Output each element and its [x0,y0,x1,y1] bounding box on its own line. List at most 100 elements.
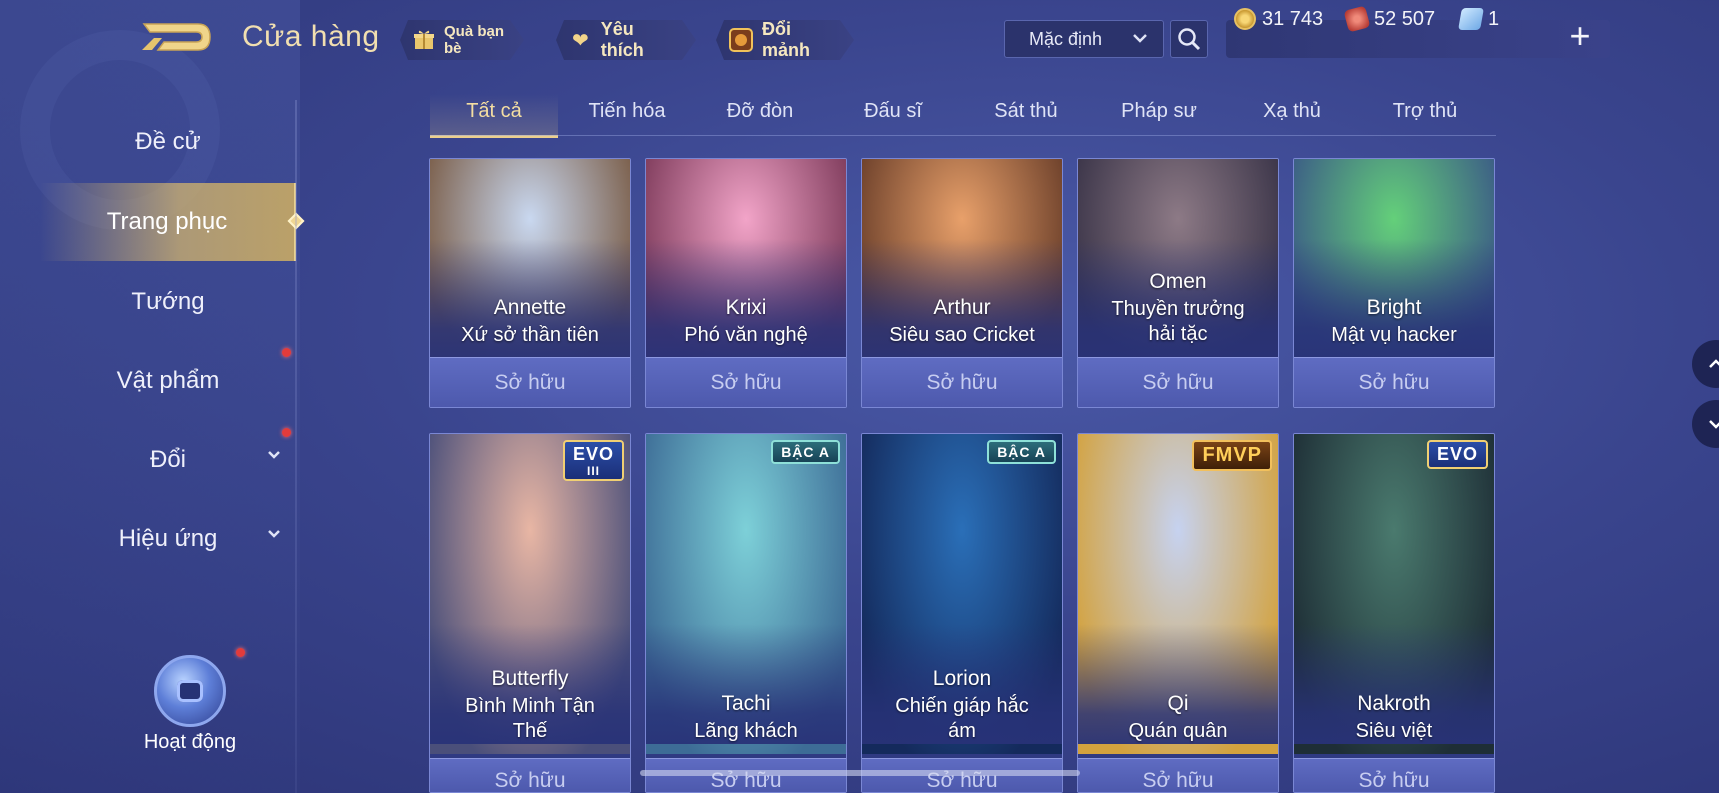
skin-card[interactable]: Bright Mật vụ hacker Sở hữu [1293,158,1495,408]
sidebar-item-label: Đề cử [135,128,201,155]
skin-card[interactable]: Omen Thuyền trưởng hải tặc Sở hữu [1077,158,1279,408]
badge-tier-label: III [586,464,600,478]
owned-status: Sở hữu [1294,357,1494,407]
skin-card[interactable]: EVO III Butterfly Bình Minh Tận Thế Sở hữ… [429,433,631,793]
activity-label: Hoạt động [143,731,237,753]
favorites-label: Yêu thích [600,19,644,60]
tab-fighter[interactable]: Đấu sĩ [829,94,957,138]
category-tabs: Tất cả Tiến hóa Đỡ đòn Đấu sĩ Sát thủ Ph… [430,94,1496,138]
skin-card[interactable]: BẬC A Lorion Chiến giáp hắc ám Sở hữu [861,433,1063,793]
tab-tank[interactable]: Đỡ đòn [696,94,824,138]
tab-marksman[interactable]: Xạ thủ [1228,94,1356,138]
tab-assassin[interactable]: Sát thủ [962,94,1090,138]
favorites-button[interactable]: ❤ Yêu thích [556,20,696,60]
skin-name: Chiến giáp hắc ám [895,695,1029,742]
skin-card[interactable]: Krixi Phó văn nghệ Sở hữu [645,158,847,408]
chevron-down-icon [266,447,282,468]
hero-name: Omen [1149,270,1207,293]
fragment-exchange-label: Đổi mảnh [762,19,811,60]
notification-dot [236,648,245,657]
fmvp-badge: FMVP [1192,440,1272,471]
friend-gift-label: Quà bạn bè [444,23,505,57]
scroll-up-button[interactable] [1692,340,1719,388]
owned-status: Sở hữu [1294,758,1494,792]
sidebar-item-effects[interactable]: Hiệu ứng [40,500,296,578]
notification-dot [282,428,291,437]
owned-status: Sở hữu [862,357,1062,407]
tab-mage[interactable]: Pháp sư [1095,94,1223,138]
voucher-icon [1343,5,1371,33]
scroll-down-button[interactable] [1692,400,1719,448]
evo-badge: EVO [1426,440,1488,469]
hero-name: Qi [1167,692,1189,715]
tab-support[interactable]: Trợ thủ [1361,94,1489,138]
sidebar-item-exchange[interactable]: Đổi [40,421,296,499]
skin-name: Lãng khách [694,720,798,742]
sidebar-item-items[interactable]: Vật phẩm [40,342,296,420]
skin-card[interactable]: BẬC A Tachi Lãng khách Sở hữu [645,433,847,793]
sort-dropdown[interactable]: Mặc định [1004,20,1164,58]
hero-name: Nakroth [1357,692,1431,715]
gold-amount: 31 743 [1262,7,1324,30]
skin-name: Siêu sao Cricket [889,324,1035,346]
ticket-currency: 1 [1458,0,1499,38]
top-bar: Cửa hàng Quà bạn bè ❤ Yêu thích Đổi mảnh… [0,0,1719,78]
owned-status: Sở hữu [430,357,630,407]
owned-status: Sở hữu [646,357,846,407]
plus-icon: + [1569,15,1591,56]
skin-name: Bình Minh Tận Thế [465,695,595,742]
hero-name: Krixi [725,296,767,319]
tab-label: Sát thủ [994,100,1058,122]
notification-dot [282,348,291,357]
tab-all[interactable]: Tất cả [430,94,558,138]
activity-emblem-icon [154,655,226,727]
gold-coin-icon [1234,8,1256,30]
chevron-up-icon [1709,359,1719,368]
sidebar-item-skins[interactable]: Trang phục [40,183,305,261]
tab-label: Tiến hóa [588,100,666,122]
back-button[interactable] [140,20,212,54]
friend-gift-button[interactable]: Quà bạn bè [400,20,524,60]
tier-a-badge: BẬC A [771,440,840,464]
hero-name: Arthur [933,296,991,319]
sidebar-item-label: Tướng [131,288,205,315]
gift-icon [412,27,436,53]
owned-status: Sở hữu [1078,357,1278,407]
fragment-exchange-button[interactable]: Đổi mảnh [716,20,854,60]
gold-currency: 31 743 [1234,0,1323,38]
sidebar-divider [295,100,297,793]
tab-label: Đấu sĩ [864,100,922,122]
hero-name: Tachi [721,692,771,715]
sidebar-item-label: Đổi [149,446,186,473]
skin-card[interactable]: FMVP Qi Quán quân Sở hữu [1077,433,1279,793]
back-arrow-icon [142,23,211,51]
chevron-down-icon [1709,420,1719,429]
skin-name: Siêu việt [1355,720,1433,742]
evo-badge: EVO III [562,440,624,481]
fragment-icon [728,27,754,53]
skin-name: Xứ sở thần tiên [461,324,599,346]
top-up-plus-button[interactable]: + [1560,16,1600,56]
owned-status: Sở hữu [1078,758,1278,792]
sidebar-item-heroes[interactable]: Tướng [40,263,296,341]
search-button[interactable] [1170,20,1208,58]
ticket-icon [1458,8,1484,30]
skin-card[interactable]: EVO Nakroth Siêu việt Sở hữu [1293,433,1495,793]
tier-a-badge: BẬC A [987,440,1056,464]
sidebar-item-label: Vật phẩm [116,367,220,394]
chevron-down-icon [266,526,282,547]
sidebar-item-recommended[interactable]: Đề cử [40,103,296,181]
page-title: Cửa hàng [242,20,380,53]
voucher-currency: 52 507 [1343,0,1435,38]
skin-card[interactable]: Annette Xứ sở thần tiên Sở hữu [429,158,631,408]
tab-label: Tất cả [466,100,522,122]
tab-label: Đỡ đòn [726,100,794,122]
tab-label: Xạ thủ [1263,100,1321,122]
tab-label: Trợ thủ [1392,100,1458,122]
tab-label: Pháp sư [1121,100,1197,122]
activity-button[interactable]: Hoạt động [130,655,250,775]
tab-evolution[interactable]: Tiến hóa [563,94,691,138]
skin-name: Mật vụ hacker [1331,324,1457,346]
hero-name: Bright [1366,296,1422,319]
skin-card[interactable]: Arthur Siêu sao Cricket Sở hữu [861,158,1063,408]
